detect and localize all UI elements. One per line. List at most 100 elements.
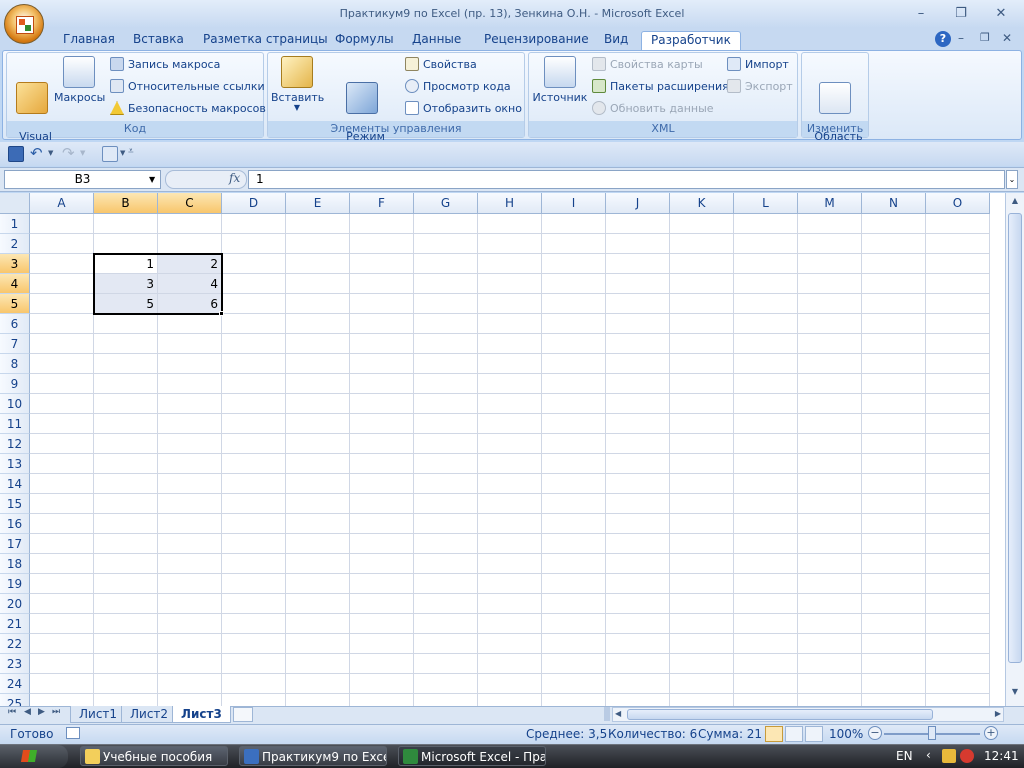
- row-header-2[interactable]: 2: [0, 234, 30, 254]
- row-header-5[interactable]: 5: [0, 294, 30, 314]
- cell-j23[interactable]: [606, 654, 670, 674]
- cell-a24[interactable]: [30, 674, 94, 694]
- cell-k10[interactable]: [670, 394, 734, 414]
- cell-n6[interactable]: [862, 314, 926, 334]
- cell-b12[interactable]: [94, 434, 158, 454]
- cell-d9[interactable]: [222, 374, 286, 394]
- cell-i5[interactable]: [542, 294, 606, 314]
- cell-k15[interactable]: [670, 494, 734, 514]
- cell-b1[interactable]: [94, 214, 158, 234]
- cell-o19[interactable]: [926, 574, 990, 594]
- cell-o10[interactable]: [926, 394, 990, 414]
- cell-k18[interactable]: [670, 554, 734, 574]
- row-header-7[interactable]: 7: [0, 334, 30, 354]
- cell-g16[interactable]: [414, 514, 478, 534]
- cell-b22[interactable]: [94, 634, 158, 654]
- cell-b19[interactable]: [94, 574, 158, 594]
- cell-i6[interactable]: [542, 314, 606, 334]
- cell-n15[interactable]: [862, 494, 926, 514]
- zoom-level[interactable]: 100%: [829, 727, 863, 741]
- cell-g17[interactable]: [414, 534, 478, 554]
- row-header-25[interactable]: 25: [0, 694, 30, 706]
- cell-n12[interactable]: [862, 434, 926, 454]
- record-macro-button[interactable]: Запись макроса: [110, 55, 220, 75]
- cell-o4[interactable]: [926, 274, 990, 294]
- taskbar-item-excel[interactable]: Microsoft Excel - Пра...: [398, 746, 546, 766]
- cell-n21[interactable]: [862, 614, 926, 634]
- worksheet-grid[interactable]: A B C D E F G H I J K L M N O 1 2 3 1 2 4 3 4 5 5 6 6 7 8 9 10 11 12 13 14…: [0, 193, 1005, 706]
- cell-a2[interactable]: [30, 234, 94, 254]
- cell-o7[interactable]: [926, 334, 990, 354]
- cell-n10[interactable]: [862, 394, 926, 414]
- cell-b9[interactable]: [94, 374, 158, 394]
- tab-home[interactable]: Главная: [61, 31, 117, 50]
- cell-g3[interactable]: [414, 254, 478, 274]
- cell-m6[interactable]: [798, 314, 862, 334]
- cell-h24[interactable]: [478, 674, 542, 694]
- cell-i9[interactable]: [542, 374, 606, 394]
- cell-e15[interactable]: [286, 494, 350, 514]
- cell-a14[interactable]: [30, 474, 94, 494]
- cell-m14[interactable]: [798, 474, 862, 494]
- cell-o2[interactable]: [926, 234, 990, 254]
- cell-g23[interactable]: [414, 654, 478, 674]
- cell-a11[interactable]: [30, 414, 94, 434]
- cell-l22[interactable]: [734, 634, 798, 654]
- cell-k3[interactable]: [670, 254, 734, 274]
- cell-o9[interactable]: [926, 374, 990, 394]
- cell-f22[interactable]: [350, 634, 414, 654]
- cell-a12[interactable]: [30, 434, 94, 454]
- cell-e16[interactable]: [286, 514, 350, 534]
- cell-l21[interactable]: [734, 614, 798, 634]
- cell-n19[interactable]: [862, 574, 926, 594]
- cell-g8[interactable]: [414, 354, 478, 374]
- cell-e25[interactable]: [286, 694, 350, 706]
- record-macro-status-icon[interactable]: [66, 727, 80, 739]
- cell-n13[interactable]: [862, 454, 926, 474]
- cell-e14[interactable]: [286, 474, 350, 494]
- zoom-slider-thumb[interactable]: [928, 726, 936, 740]
- select-all-corner[interactable]: [0, 193, 30, 214]
- cell-f3[interactable]: [350, 254, 414, 274]
- cell-c19[interactable]: [158, 574, 222, 594]
- formula-input[interactable]: 1: [248, 170, 1005, 189]
- cell-i10[interactable]: [542, 394, 606, 414]
- cell-b20[interactable]: [94, 594, 158, 614]
- cell-l5[interactable]: [734, 294, 798, 314]
- cell-e17[interactable]: [286, 534, 350, 554]
- map-properties-button[interactable]: Свойства карты: [592, 55, 703, 75]
- cell-c21[interactable]: [158, 614, 222, 634]
- cell-d10[interactable]: [222, 394, 286, 414]
- cell-o16[interactable]: [926, 514, 990, 534]
- row-header-3[interactable]: 3: [0, 254, 30, 274]
- visual-basic-button[interactable]: Visual Basic: [10, 56, 54, 156]
- language-indicator[interactable]: EN: [896, 749, 913, 763]
- cell-h12[interactable]: [478, 434, 542, 454]
- insert-function-button[interactable]: fx: [229, 171, 240, 185]
- cell-o23[interactable]: [926, 654, 990, 674]
- cell-j6[interactable]: [606, 314, 670, 334]
- cell-d8[interactable]: [222, 354, 286, 374]
- cell-d13[interactable]: [222, 454, 286, 474]
- name-box-dropdown-icon[interactable]: ▼: [149, 175, 155, 184]
- cell-o18[interactable]: [926, 554, 990, 574]
- start-button[interactable]: [0, 745, 68, 768]
- taskbar-item-folder[interactable]: Учебные пособия: [80, 746, 228, 766]
- cell-c25[interactable]: [158, 694, 222, 706]
- cell-d11[interactable]: [222, 414, 286, 434]
- tab-split-handle[interactable]: [604, 707, 610, 721]
- expand-formula-bar-icon[interactable]: ⌄: [1006, 170, 1018, 189]
- cell-a8[interactable]: [30, 354, 94, 374]
- cell-d20[interactable]: [222, 594, 286, 614]
- cell-c23[interactable]: [158, 654, 222, 674]
- cell-f16[interactable]: [350, 514, 414, 534]
- cell-e5[interactable]: [286, 294, 350, 314]
- cell-a17[interactable]: [30, 534, 94, 554]
- cell-c14[interactable]: [158, 474, 222, 494]
- cell-d17[interactable]: [222, 534, 286, 554]
- cell-l12[interactable]: [734, 434, 798, 454]
- cell-a10[interactable]: [30, 394, 94, 414]
- cell-j16[interactable]: [606, 514, 670, 534]
- row-header-23[interactable]: 23: [0, 654, 30, 674]
- cell-j24[interactable]: [606, 674, 670, 694]
